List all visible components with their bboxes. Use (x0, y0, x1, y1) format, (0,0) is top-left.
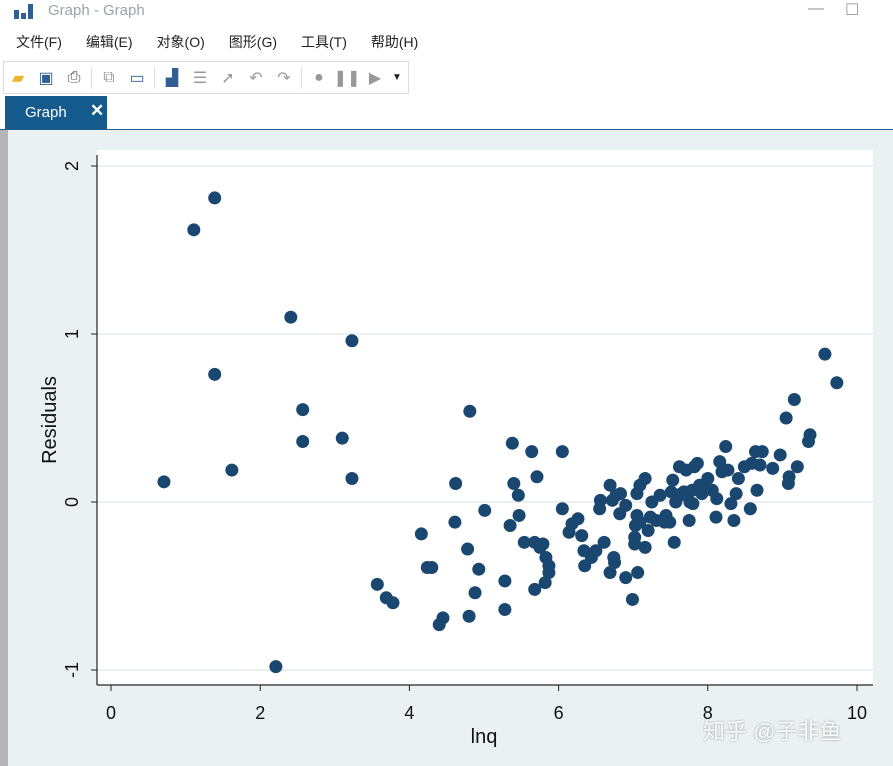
data-point (625, 592, 639, 606)
y-tick-label: 2 (62, 161, 82, 171)
data-point (619, 571, 633, 585)
data-point (830, 376, 844, 390)
data-point (478, 503, 492, 517)
data-point (448, 515, 462, 529)
data-point (790, 460, 804, 474)
data-point (641, 524, 655, 538)
data-point (296, 435, 310, 449)
data-point (753, 458, 767, 472)
data-point (296, 403, 310, 417)
data-point (686, 497, 700, 511)
data-point (555, 502, 569, 516)
data-point (472, 562, 486, 576)
x-tick-label: 0 (106, 703, 116, 723)
data-point (638, 471, 652, 485)
y-tick-label: 0 (62, 497, 82, 507)
data-point (461, 542, 475, 556)
data-point (530, 470, 544, 484)
data-point (208, 191, 222, 205)
data-point (631, 566, 645, 580)
watermark: 知乎 @子非鱼 (703, 719, 842, 744)
data-point (653, 488, 667, 502)
x-axis-label: lnq (471, 726, 498, 748)
data-point (766, 461, 780, 475)
data-point (571, 512, 585, 526)
data-point (690, 456, 704, 470)
x-tick-label: 2 (255, 703, 265, 723)
data-point (782, 470, 796, 484)
data-point (498, 574, 512, 588)
x-tick-label: 6 (554, 703, 564, 723)
data-point (503, 519, 517, 533)
data-point (710, 492, 724, 506)
data-point (614, 487, 628, 501)
data-point (729, 487, 743, 501)
y-tick-label: -1 (62, 662, 82, 678)
data-point (575, 529, 589, 543)
data-point (619, 498, 633, 512)
data-point (638, 540, 652, 554)
data-point (269, 660, 283, 674)
data-point (511, 488, 525, 502)
data-point (284, 310, 298, 324)
data-point (608, 555, 622, 569)
data-point (157, 475, 171, 489)
data-point (414, 527, 428, 541)
data-point (386, 596, 400, 610)
data-point (750, 483, 764, 497)
data-point (779, 411, 793, 425)
data-point (628, 530, 642, 544)
x-tick-label: 4 (404, 703, 414, 723)
data-point (345, 471, 359, 485)
data-point (701, 471, 715, 485)
data-point (719, 440, 733, 454)
data-point (525, 445, 539, 459)
data-point (682, 513, 696, 527)
data-point (597, 535, 611, 549)
data-point (666, 473, 680, 487)
data-point (555, 445, 569, 459)
data-point (370, 577, 384, 591)
plot-region (97, 150, 873, 686)
data-point (731, 471, 745, 485)
data-point (425, 561, 439, 575)
data-point (335, 431, 349, 445)
data-point (743, 502, 757, 516)
data-point (542, 566, 556, 580)
y-tick-label: 1 (62, 329, 82, 339)
data-point (787, 393, 801, 407)
data-point (462, 609, 476, 623)
data-point (667, 535, 681, 549)
data-point (187, 223, 201, 237)
data-point (721, 463, 735, 477)
scatter-chart: -10120 2 4 6 8 10 lnq Residuals (39, 150, 873, 748)
data-point (512, 508, 526, 522)
data-point (727, 513, 741, 527)
y-axis-label: Residuals (39, 376, 61, 464)
data-point (468, 586, 482, 600)
data-point (818, 347, 832, 361)
data-point (755, 445, 769, 459)
data-point (505, 436, 519, 450)
data-point (225, 463, 239, 477)
data-point (773, 448, 787, 462)
data-point (803, 428, 817, 442)
data-point (498, 603, 512, 617)
data-point (345, 334, 359, 348)
data-point (709, 510, 723, 524)
data-point (463, 404, 477, 418)
data-point (436, 611, 450, 625)
data-point (507, 477, 521, 491)
data-point (663, 515, 677, 529)
data-point (593, 493, 607, 507)
data-point (449, 477, 463, 491)
x-tick-label: 10 (847, 703, 867, 723)
data-point (208, 367, 222, 381)
data-point (536, 537, 550, 551)
